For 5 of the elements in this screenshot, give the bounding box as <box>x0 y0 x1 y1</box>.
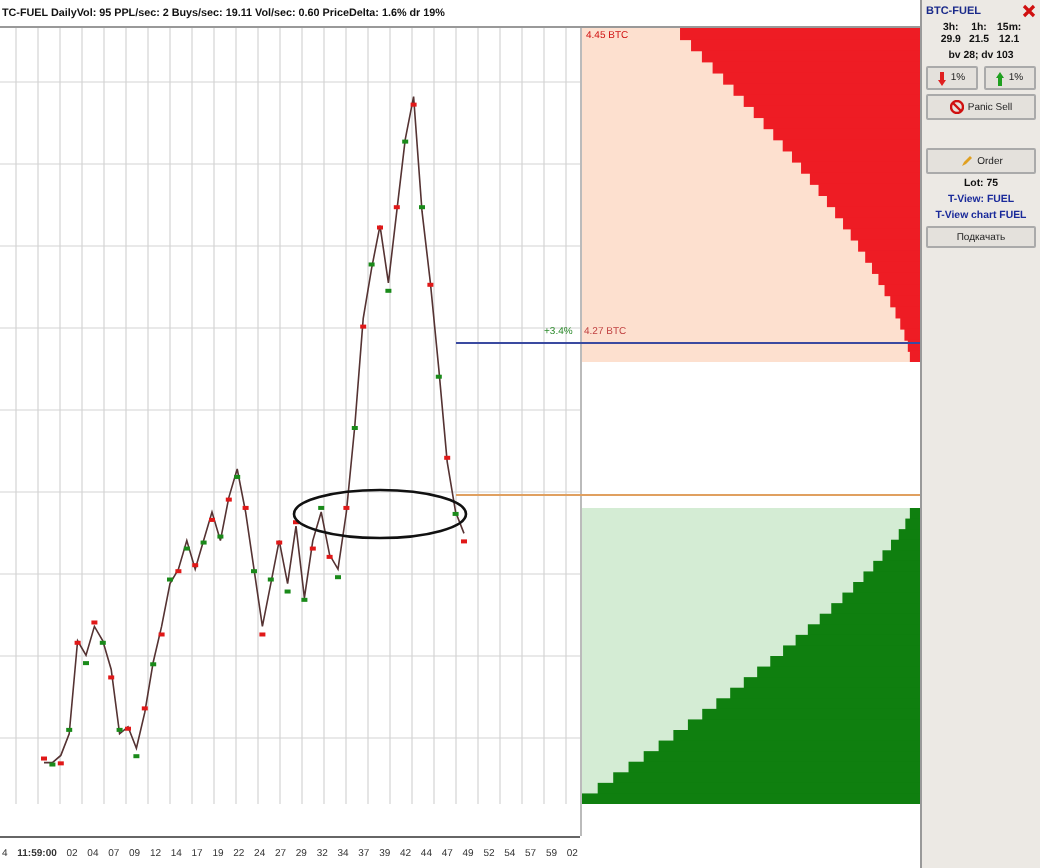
down-arrow-icon <box>938 71 947 85</box>
up-arrow-icon <box>996 71 1005 85</box>
pencil-icon <box>959 154 974 168</box>
stop-icon <box>949 100 964 114</box>
close-icon[interactable] <box>1022 4 1036 18</box>
